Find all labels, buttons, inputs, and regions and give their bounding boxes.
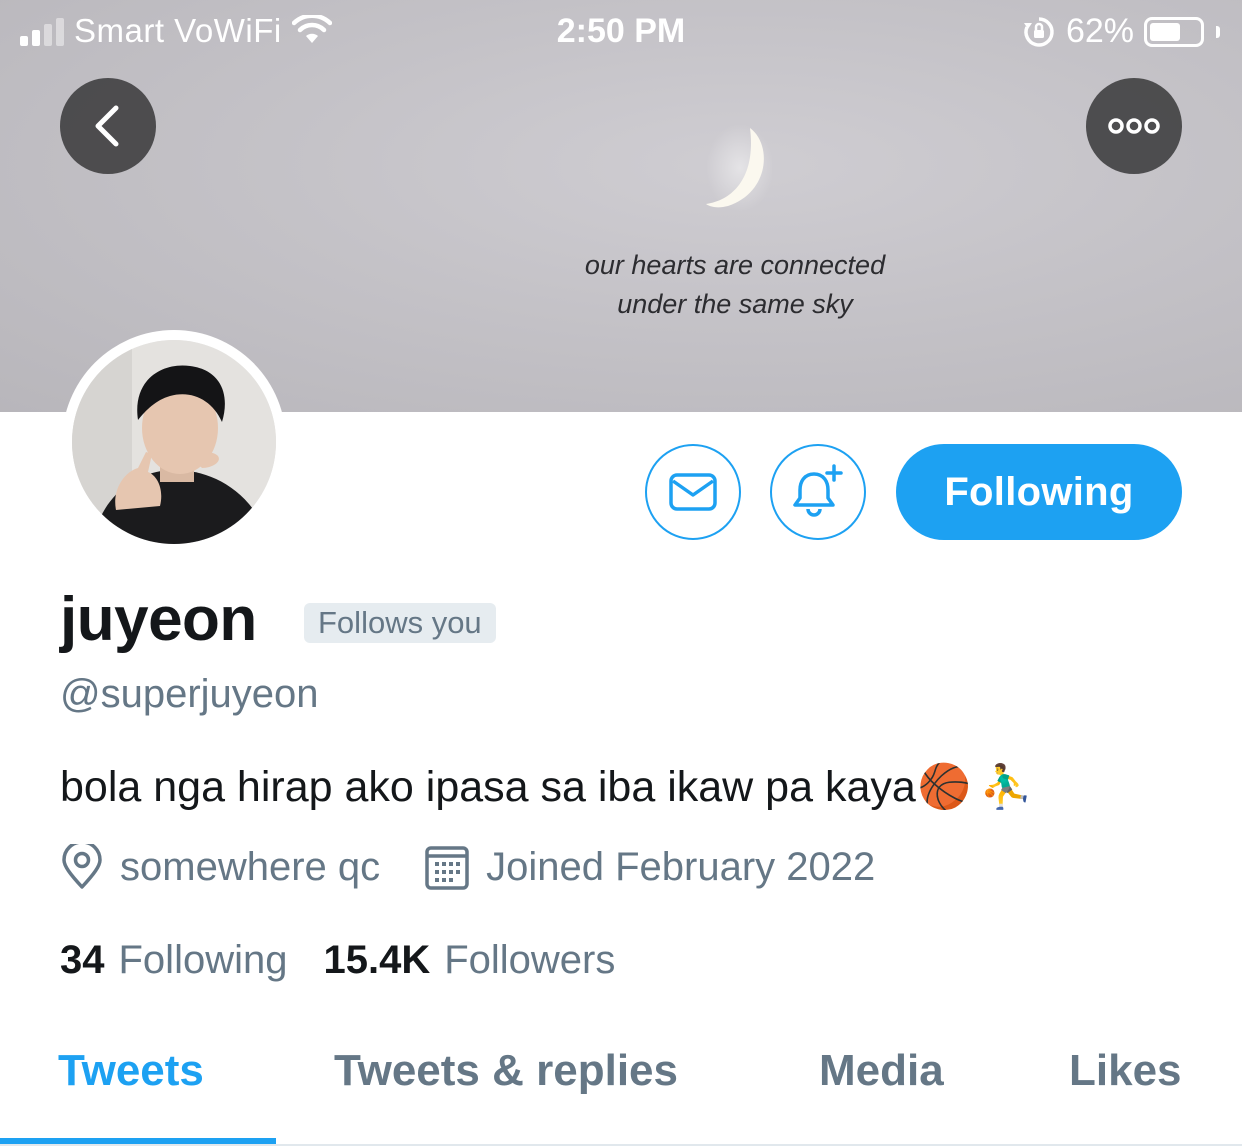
back-button[interactable]	[60, 78, 156, 174]
followers-count: 15.4K	[323, 938, 431, 982]
orientation-lock-icon	[1023, 16, 1054, 47]
banner-caption-line2: under the same sky	[617, 289, 853, 319]
location-text: somewhere qc	[120, 844, 381, 889]
location-item: somewhere qc	[60, 844, 380, 890]
battery-icon	[1144, 16, 1204, 47]
follows-you-badge: Follows you	[304, 603, 496, 643]
profile-meta: somewhere qc Joined February 2022	[60, 843, 875, 891]
notifications-button[interactable]	[770, 444, 866, 540]
tab-tweets-replies[interactable]: Tweets & replies	[334, 1046, 678, 1096]
profile-screen: our hearts are connected under the same …	[0, 0, 1242, 1146]
following-count: 34	[60, 938, 105, 982]
battery-level	[1150, 22, 1180, 41]
avatar-portrait	[72, 340, 276, 544]
status-bar: Smart VoWiFi 2:50 PM 62%	[0, 0, 1242, 66]
profile-avatar[interactable]	[62, 330, 286, 554]
location-pin-icon	[62, 844, 102, 889]
more-horizontal-icon	[1108, 118, 1160, 134]
following-button[interactable]: Following	[896, 444, 1182, 540]
profile-bio: bola nga hirap ako ipasa sa iba ikaw pa …	[60, 762, 1033, 812]
mail-icon	[669, 473, 717, 511]
tab-likes[interactable]: Likes	[1069, 1046, 1182, 1096]
display-name: juyeon	[60, 585, 257, 654]
banner-caption: our hearts are connected under the same …	[560, 246, 910, 324]
tab-media[interactable]: Media	[819, 1046, 944, 1096]
battery-tip	[1216, 25, 1220, 38]
profile-tabs: Tweets Tweets & replies Media Likes	[0, 1040, 1242, 1146]
user-handle: @superjuyeon	[60, 672, 319, 716]
battery-percentage: 62%	[1065, 12, 1134, 50]
calendar-icon	[425, 846, 469, 890]
following-label: Following	[118, 938, 288, 982]
status-right: 62%	[1022, 12, 1220, 51]
avatar-photo	[72, 340, 276, 544]
basketball-emoji: 🏀	[917, 763, 972, 811]
basketball-player-emoji: ⛹️‍♂️	[979, 763, 1033, 811]
tab-tweets[interactable]: Tweets	[58, 1046, 204, 1096]
chevron-left-icon	[95, 105, 119, 147]
followers-stat[interactable]: 15.4K Followers	[323, 938, 615, 983]
joined-item: Joined February 2022	[424, 843, 875, 891]
joined-date: Joined February 2022	[486, 844, 876, 889]
message-button[interactable]	[645, 444, 741, 540]
followers-label: Followers	[444, 938, 616, 982]
bell-plus-icon	[793, 464, 843, 517]
bio-emoji: 🏀 ⛹️‍♂️	[918, 762, 1033, 812]
more-options-button[interactable]	[1086, 78, 1182, 174]
moon-image	[706, 124, 772, 212]
bio-text: bola nga hirap ako ipasa sa iba ikaw pa …	[60, 762, 916, 811]
banner-caption-line1: our hearts are connected	[584, 250, 886, 280]
follow-stats: 34 Following 15.4K Followers	[60, 938, 615, 983]
following-stat[interactable]: 34 Following	[60, 938, 287, 983]
